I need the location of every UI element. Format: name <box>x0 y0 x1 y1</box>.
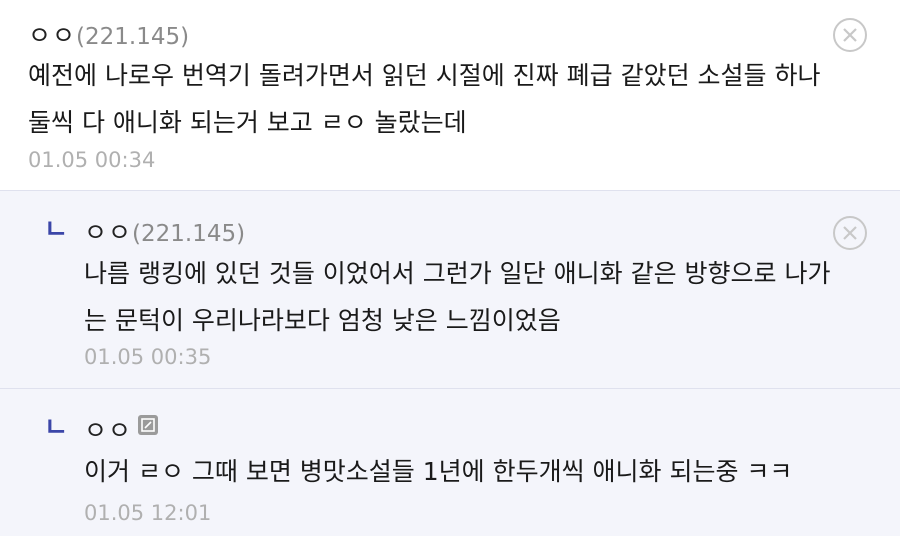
reply-item: ㄴ ㅇㅇ 이거 ㄹㅇ 그때 보면 병맛소설들 1년에 한두개씩 애니화 되는중 … <box>0 389 900 536</box>
comment-text-line: 는 문턱이 우리나라보다 엄청 낮은 느낌이었음 <box>84 306 561 335</box>
comment-date: 01.05 00:35 <box>84 345 212 369</box>
comment-author[interactable]: ㅇㅇ <box>84 411 159 447</box>
comment-text-line: 예전에 나로우 번역기 돌려가면서 읽던 시절에 진짜 폐급 같았던 소설들 하… <box>28 61 821 90</box>
author-ip: (221.145) <box>76 24 190 50</box>
comment-date: 01.05 12:01 <box>84 501 212 525</box>
author-nick[interactable]: ㅇㅇ <box>28 16 76 52</box>
comment-author[interactable]: ㅇㅇ (221.145) <box>28 16 189 52</box>
reply-item: ㄴ ㅇㅇ (221.145) 나름 랭킹에 있던 것들 이었어서 그런가 일단 … <box>0 191 900 388</box>
reply-mark: ㄴ <box>44 413 68 443</box>
comment-text: 이거 ㄹㅇ 그때 보면 병맛소설들 1년에 한두개씩 애니화 되는중 ㅋㅋ <box>84 448 792 495</box>
delete-comment-button[interactable] <box>833 18 867 52</box>
author-nick[interactable]: ㅇㅇ <box>84 213 132 249</box>
comment-text-line: 나름 랭킹에 있던 것들 이었어서 그런가 일단 애니화 같은 방향으로 나가 <box>84 259 831 288</box>
comment-text: 예전에 나로우 번역기 돌려가면서 읽던 시절에 진짜 폐급 같았던 소설들 하… <box>28 52 820 146</box>
comment-text: 나름 랭킹에 있던 것들 이었어서 그런가 일단 애니화 같은 방향으로 나가 … <box>84 250 830 344</box>
close-circle-icon <box>843 28 857 42</box>
fixed-nick-icon <box>138 415 159 435</box>
reply-mark: ㄴ <box>44 215 68 245</box>
close-circle-icon <box>843 226 857 240</box>
comment-item: ㅇㅇ (221.145) 예전에 나로우 번역기 돌려가면서 읽던 시절에 진짜… <box>0 0 900 190</box>
delete-comment-button[interactable] <box>833 216 867 250</box>
comment-author[interactable]: ㅇㅇ (221.145) <box>84 213 245 249</box>
author-ip: (221.145) <box>132 221 246 247</box>
comment-date: 01.05 00:34 <box>28 148 156 172</box>
comment-text-line: 이거 ㄹㅇ 그때 보면 병맛소설들 1년에 한두개씩 애니화 되는중 ㅋㅋ <box>84 457 793 486</box>
author-nick[interactable]: ㅇㅇ <box>84 411 132 447</box>
comment-text-line: 둘씩 다 애니화 되는거 보고 ㄹㅇ 놀랐는데 <box>28 108 467 137</box>
